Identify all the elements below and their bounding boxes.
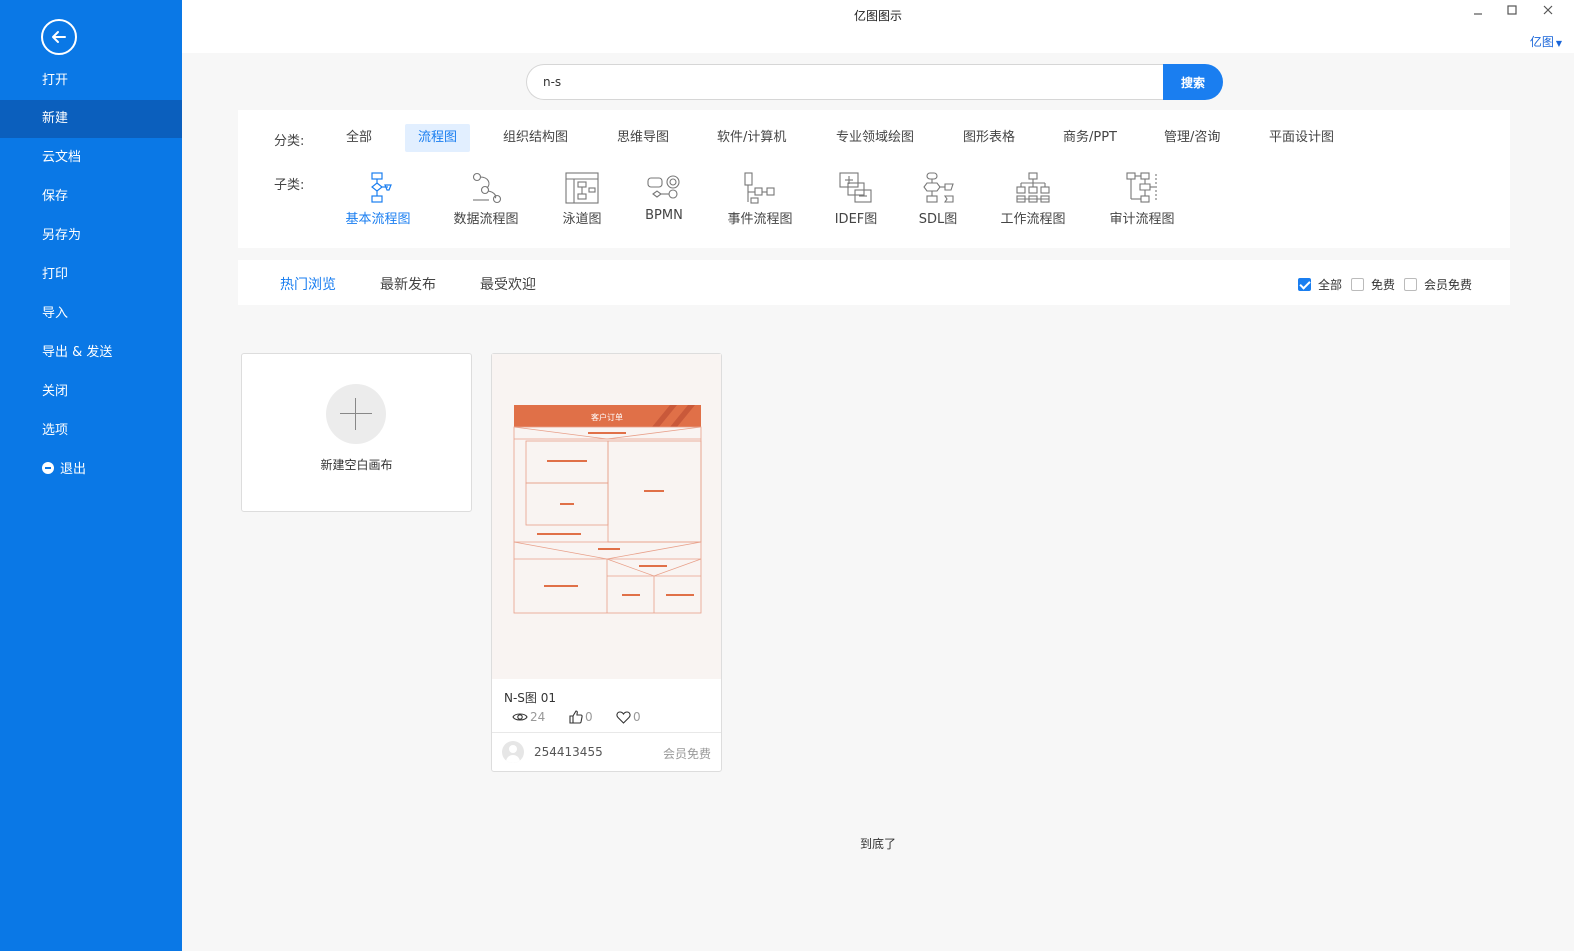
filter-all-checkbox[interactable]	[1298, 278, 1311, 291]
category-tab-graphic-design[interactable]: 平面设计图	[1256, 124, 1347, 152]
maximize-icon	[1507, 5, 1517, 15]
subcategory-bpmn[interactable]: BPMN	[619, 172, 709, 223]
close-window-button[interactable]	[1538, 4, 1558, 20]
search-bar: 搜索	[526, 64, 1223, 100]
basic-flowchart-icon	[371, 172, 392, 203]
category-tab-all[interactable]: 全部	[333, 124, 385, 152]
subcategory-audit-flow[interactable]: 审计流程图	[1097, 172, 1187, 227]
category-tab-professional[interactable]: 专业领域绘图	[823, 124, 927, 152]
minimize-button[interactable]	[1468, 4, 1488, 20]
eye-icon	[512, 713, 528, 721]
workflow-icon	[1016, 172, 1050, 203]
svg-text:客户订单: 客户订单	[591, 412, 623, 422]
subcategory-sdl[interactable]: SDL图	[893, 172, 983, 227]
thumbs-up-icon	[569, 710, 583, 724]
price-badge: 会员免费	[662, 747, 711, 761]
exit-icon	[42, 462, 54, 474]
subcategory-label: 子类:	[274, 178, 305, 193]
sidebar-item-open[interactable]: 打开	[0, 62, 182, 100]
back-button[interactable]	[41, 19, 77, 55]
plus-icon	[326, 384, 386, 444]
views-stat: 24	[512, 710, 545, 724]
subcategory-event-flow[interactable]: 事件流程图	[715, 172, 805, 227]
category-panel: 分类: 全部 流程图 组织结构图 思维导图 软件/计算机 专业领域绘图 图形表格…	[238, 110, 1510, 248]
idef-icon	[839, 172, 872, 203]
ns-diagram-thumbnail: 客户订单	[513, 405, 702, 614]
category-tab-business-ppt[interactable]: 商务/PPT	[1050, 124, 1130, 152]
category-tab-management[interactable]: 管理/咨询	[1151, 124, 1233, 152]
sdl-icon	[923, 172, 954, 203]
new-canvas-label: 新建空白画布	[320, 458, 393, 472]
sort-tab-newest[interactable]: 最新发布	[380, 274, 436, 294]
sidebar-item-export-send[interactable]: 导出 & 发送	[0, 334, 182, 372]
brand-menu[interactable]: 亿图 ▼	[1530, 33, 1562, 50]
heart-icon	[616, 710, 631, 724]
sort-tab-most-liked[interactable]: 最受欢迎	[480, 274, 536, 294]
sidebar-item-save-as[interactable]: 另存为	[0, 217, 182, 255]
dropdown-icon: ▼	[1555, 39, 1562, 48]
sidebar-item-exit[interactable]: 退出	[0, 451, 182, 489]
sidebar-item-print[interactable]: 打印	[0, 256, 182, 294]
likes-stat[interactable]: 0	[569, 710, 593, 724]
audit-flow-icon	[1126, 172, 1157, 203]
author-name[interactable]: 254413455	[534, 745, 603, 759]
window-title: 亿图图示	[853, 9, 902, 23]
template-name: N-S图 01	[504, 691, 557, 705]
subcategory-workflow[interactable]: 工作流程图	[988, 172, 1078, 227]
main-content: 搜索 分类: 全部 流程图 组织结构图 思维导图 软件/计算机 专业领域绘图 图…	[182, 53, 1574, 951]
sidebar-item-import[interactable]: 导入	[0, 295, 182, 333]
filter-free-checkbox[interactable]	[1351, 278, 1364, 291]
event-flow-icon	[744, 172, 775, 204]
sidebar-item-save[interactable]: 保存	[0, 178, 182, 216]
category-tab-software[interactable]: 软件/计算机	[704, 124, 799, 152]
sidebar-item-close[interactable]: 关闭	[0, 373, 182, 411]
data-flow-icon	[472, 172, 502, 204]
category-label: 分类:	[274, 134, 305, 149]
title-bar: 亿图图示 亿图 ▼	[182, 0, 1574, 53]
sort-bar: 热门浏览 最新发布 最受欢迎 全部 免费 会员免费	[238, 260, 1510, 305]
sidebar-item-new[interactable]: 新建	[0, 100, 182, 138]
sort-tab-popular[interactable]: 热门浏览	[280, 274, 336, 294]
maximize-button[interactable]	[1502, 4, 1522, 20]
category-tab-org-chart[interactable]: 组织结构图	[490, 124, 581, 152]
filter-all[interactable]: 全部	[1298, 276, 1342, 293]
search-button[interactable]: 搜索	[1163, 64, 1223, 100]
subcategory-idef[interactable]: IDEF图	[811, 172, 901, 227]
template-thumbnail[interactable]: 客户订单	[492, 354, 721, 679]
sidebar-item-options[interactable]: 选项	[0, 412, 182, 450]
sidebar: 打开 新建 云文档 保存 另存为 打印 导入 导出 & 发送 关闭 选项 退出	[0, 0, 182, 951]
category-tab-graphic-table[interactable]: 图形表格	[950, 124, 1028, 152]
swimlane-icon	[565, 172, 599, 204]
bpmn-icon	[647, 175, 680, 199]
template-footer: 254413455 会员免费	[492, 732, 721, 772]
new-blank-canvas-card[interactable]: 新建空白画布	[241, 353, 472, 512]
subcategory-basic-flowchart[interactable]: 基本流程图	[333, 172, 423, 227]
avatar[interactable]	[502, 741, 524, 763]
favorites-stat[interactable]: 0	[616, 710, 641, 724]
subcategory-swimlane[interactable]: 泳道图	[537, 172, 627, 227]
close-icon	[1543, 5, 1553, 15]
template-card[interactable]: 客户订单 N-S图 01 24 0 0 254413455 会员免费	[491, 353, 722, 772]
category-tab-mind-map[interactable]: 思维导图	[604, 124, 682, 152]
filter-member-free-checkbox[interactable]	[1404, 278, 1417, 291]
end-of-list-text: 到底了	[859, 837, 896, 851]
subcategory-data-flow[interactable]: 数据流程图	[441, 172, 531, 227]
search-input[interactable]	[526, 64, 1168, 100]
arrow-left-icon	[52, 31, 66, 43]
filter-free[interactable]: 免费	[1351, 276, 1395, 293]
minimize-icon	[1474, 13, 1482, 15]
sidebar-item-cloud-docs[interactable]: 云文档	[0, 139, 182, 177]
category-tab-flowchart[interactable]: 流程图	[405, 124, 471, 152]
filter-member-free[interactable]: 会员免费	[1404, 276, 1472, 293]
